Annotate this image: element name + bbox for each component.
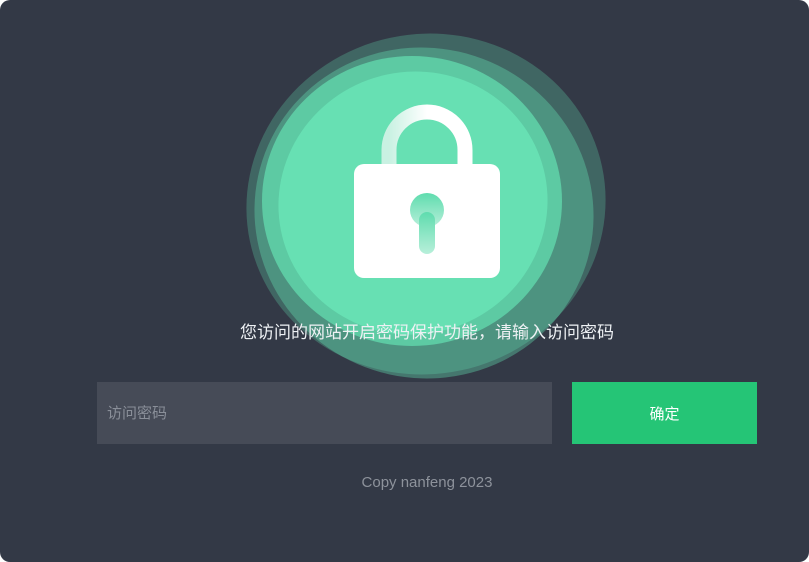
password-prompt: 您访问的网站开启密码保护功能，请输入访问密码 bbox=[240, 323, 614, 342]
password-protect-panel: 您访问的网站开启密码保护功能，请输入访问密码 确定 Copy nanfeng 2… bbox=[0, 0, 809, 562]
copyright-text: Copy nanfeng 2023 bbox=[361, 474, 493, 491]
lock-icon bbox=[354, 104, 500, 278]
confirm-button[interactable]: 确定 bbox=[572, 382, 757, 444]
password-input[interactable] bbox=[97, 382, 552, 444]
